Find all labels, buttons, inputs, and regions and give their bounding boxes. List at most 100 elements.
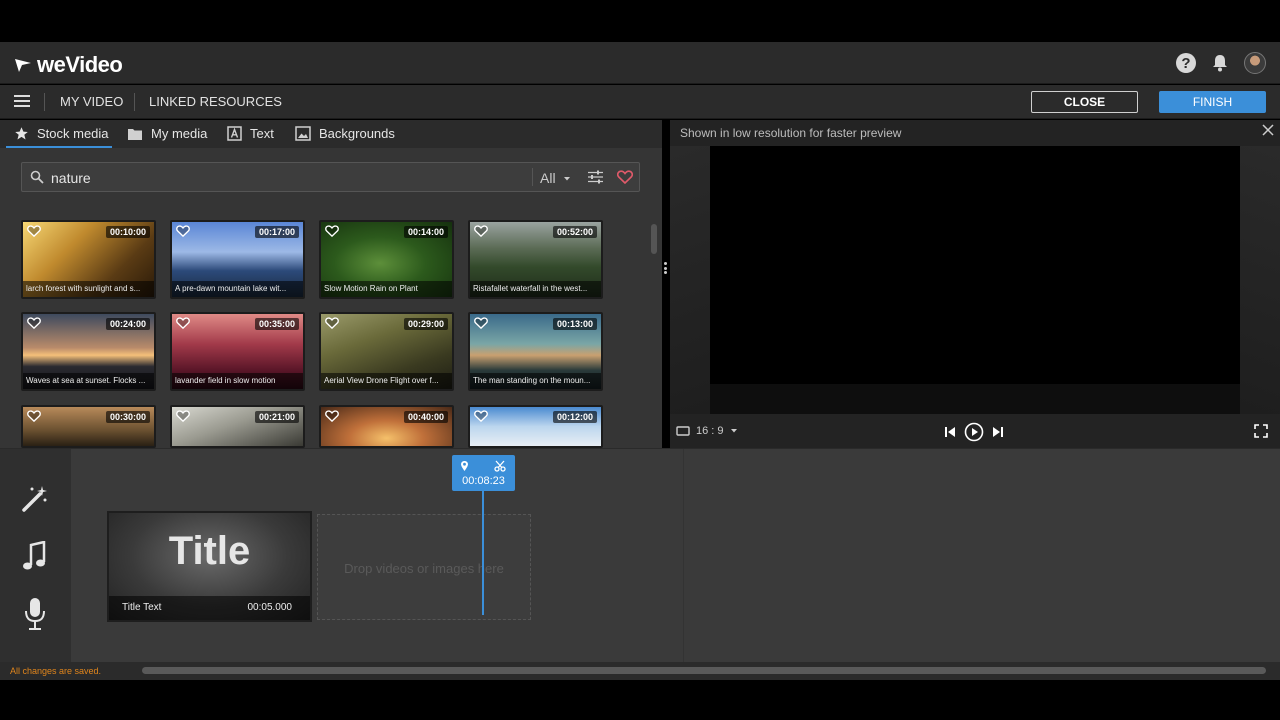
heart-icon[interactable] xyxy=(325,225,339,237)
heart-icon[interactable] xyxy=(27,410,41,422)
heart-icon[interactable] xyxy=(27,225,41,237)
tab-label: Stock media xyxy=(37,126,109,141)
fullscreen-icon[interactable] xyxy=(1254,424,1268,438)
microphone-icon[interactable] xyxy=(20,597,50,631)
aspect-ratio-select[interactable]: 16 : 9 xyxy=(676,425,738,437)
tab-label: Backgrounds xyxy=(319,126,395,141)
media-caption: larch forest with sunlight and s... xyxy=(23,281,154,297)
title-clip-preview-text: Title xyxy=(168,529,251,573)
tab-backgrounds[interactable]: Backgrounds xyxy=(295,126,395,141)
media-thumbnail[interactable]: 00:30:00 xyxy=(21,405,156,448)
drop-zone[interactable]: Drop videos or images here xyxy=(317,514,531,620)
media-thumbnail[interactable]: 00:17:00 A pre-dawn mountain lake wit... xyxy=(170,220,305,299)
heart-icon[interactable] xyxy=(176,410,190,422)
folder-icon xyxy=(128,128,142,140)
tab-text[interactable]: Text xyxy=(227,126,274,141)
chevron-down-icon xyxy=(730,429,737,433)
menu-my-video[interactable]: MY VIDEO xyxy=(60,94,123,109)
tab-my-media[interactable]: My media xyxy=(127,126,207,141)
playhead-time: 00:08:23 xyxy=(462,475,505,487)
aspect-ratio-icon xyxy=(676,426,690,436)
skip-forward-icon[interactable] xyxy=(992,426,1004,438)
heart-icon[interactable] xyxy=(474,410,488,422)
timeline-tools xyxy=(0,449,71,663)
media-thumbnail[interactable]: 00:13:00 The man standing on the moun... xyxy=(468,312,603,391)
text-icon xyxy=(227,126,242,141)
scissors-icon[interactable] xyxy=(494,460,506,472)
heart-icon[interactable] xyxy=(27,317,41,329)
search-icon xyxy=(30,170,44,184)
pin-icon[interactable] xyxy=(460,460,469,472)
clip-duration: 00:05.000 xyxy=(247,602,293,613)
heart-icon[interactable] xyxy=(474,225,488,237)
media-caption: lavander field in slow motion xyxy=(172,373,303,389)
hamburger-menu-icon[interactable] xyxy=(14,95,30,107)
help-icon[interactable]: ? xyxy=(1176,53,1196,73)
logo-text: weVideo xyxy=(37,52,123,77)
media-caption: Waves at sea at sunset. Flocks ... xyxy=(23,373,154,389)
duration-badge: 00:13:00 xyxy=(552,318,597,330)
duration-badge: 00:21:00 xyxy=(254,411,299,423)
heart-icon[interactable] xyxy=(617,170,633,184)
media-thumbnail[interactable]: 00:14:00 Slow Motion Rain on Plant xyxy=(319,220,454,299)
duration-badge: 00:30:00 xyxy=(105,411,150,423)
chevron-down-icon xyxy=(564,177,571,181)
media-thumbnail[interactable]: 00:24:00 Waves at sea at sunset. Flocks … xyxy=(21,312,156,391)
heart-icon[interactable] xyxy=(176,225,190,237)
playback-controls xyxy=(944,422,1004,442)
wevideo-logo[interactable]: weVideo xyxy=(14,52,123,78)
tab-stock-media[interactable]: Stock media xyxy=(14,126,109,141)
duration-badge: 00:14:00 xyxy=(403,226,448,238)
title-clip[interactable]: Title Title Text 00:05.000 xyxy=(107,511,312,622)
timeline-scrollbar[interactable] xyxy=(142,667,1266,674)
play-icon[interactable] xyxy=(964,422,984,442)
close-button[interactable]: CLOSE xyxy=(1031,91,1138,113)
duration-badge: 00:52:00 xyxy=(552,226,597,238)
top-bar: weVideo ? xyxy=(0,42,1280,84)
menu-bar: MY VIDEO LINKED RESOURCES CLOSE FINISH xyxy=(0,85,1280,119)
media-type-filter[interactable]: All xyxy=(540,170,571,186)
duration-badge: 00:35:00 xyxy=(254,318,299,330)
save-status: All changes are saved. xyxy=(10,666,102,676)
media-thumbnail[interactable]: 00:10:00 larch forest with sunlight and … xyxy=(21,220,156,299)
menu-linked-resources[interactable]: LINKED RESOURCES xyxy=(149,94,282,109)
media-thumbnail[interactable]: 00:35:00 lavander field in slow motion xyxy=(170,312,305,391)
sliders-icon[interactable] xyxy=(588,170,603,184)
search-input[interactable]: nature xyxy=(51,170,91,186)
media-type-filter-label: All xyxy=(540,170,556,186)
bell-icon[interactable] xyxy=(1212,54,1228,72)
video-canvas[interactable] xyxy=(710,146,1240,414)
search-bar[interactable]: nature All xyxy=(21,162,640,192)
duration-badge: 00:29:00 xyxy=(403,318,448,330)
heart-icon[interactable] xyxy=(325,410,339,422)
heart-icon[interactable] xyxy=(474,317,488,329)
panel-resize-handle[interactable] xyxy=(664,262,667,274)
heart-icon[interactable] xyxy=(325,317,339,329)
finish-button[interactable]: FINISH xyxy=(1159,91,1266,113)
menu-divider xyxy=(44,93,45,111)
menu-divider xyxy=(134,93,135,111)
aspect-ratio-label: 16 : 9 xyxy=(696,425,724,437)
media-thumbnail[interactable]: 00:40:00 xyxy=(319,405,454,448)
clip-footer: Title Text 00:05.000 xyxy=(109,596,310,620)
drop-zone-text: Drop videos or images here xyxy=(344,561,504,576)
playhead[interactable]: 00:08:23 xyxy=(452,455,515,491)
skip-back-icon[interactable] xyxy=(944,426,956,438)
music-icon[interactable] xyxy=(20,541,50,573)
preview-background xyxy=(1240,146,1280,414)
media-thumbnail[interactable]: 00:21:00 xyxy=(170,405,305,448)
image-icon xyxy=(295,126,311,141)
avatar[interactable] xyxy=(1244,52,1266,74)
video-canvas-bottom xyxy=(710,384,1240,414)
media-caption: Aerial View Drone Flight over f... xyxy=(321,373,452,389)
media-thumbnail[interactable]: 00:29:00 Aerial View Drone Flight over f… xyxy=(319,312,454,391)
media-thumbnail[interactable]: 00:12:00 xyxy=(468,405,603,448)
media-scrollbar[interactable] xyxy=(651,224,657,254)
timeline-panel: Title Title Text 00:05.000 Drop videos o… xyxy=(0,448,1280,663)
magic-wand-icon[interactable] xyxy=(20,483,50,513)
heart-icon[interactable] xyxy=(176,317,190,329)
playhead-line[interactable] xyxy=(482,491,484,615)
clip-name: Title Text xyxy=(122,602,162,613)
close-icon[interactable] xyxy=(1262,124,1274,136)
media-thumbnail[interactable]: 00:52:00 Ristafallet waterfall in the we… xyxy=(468,220,603,299)
